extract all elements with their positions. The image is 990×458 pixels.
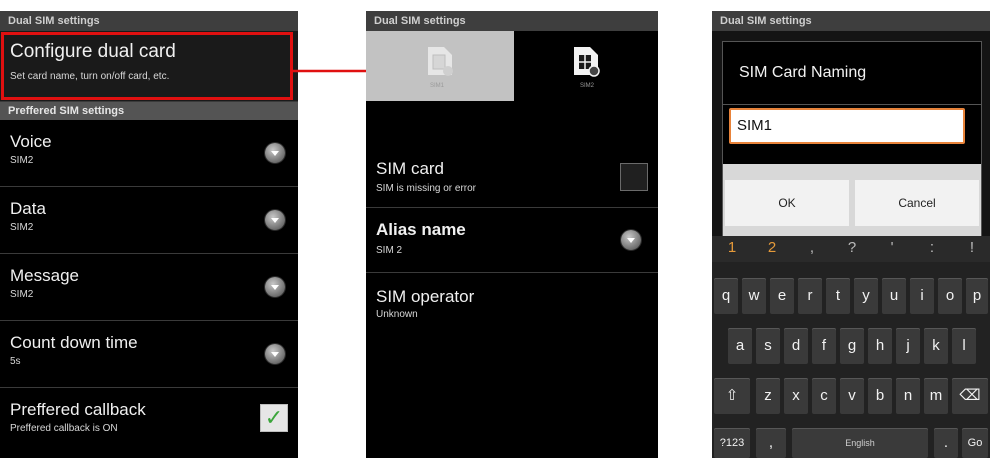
- key[interactable]: g: [840, 328, 864, 364]
- key[interactable]: a: [728, 328, 752, 364]
- item-title: SIM operator: [376, 287, 475, 306]
- key[interactable]: j: [896, 328, 920, 364]
- dropdown-indicator-icon[interactable]: [265, 210, 285, 230]
- key[interactable]: 2: [762, 239, 782, 259]
- sim-card-icon: [574, 47, 600, 77]
- period-key[interactable]: .: [934, 428, 958, 458]
- screen-header: Dual SIM settings: [0, 11, 298, 31]
- key[interactable]: x: [784, 378, 808, 414]
- tab-sim1[interactable]: SIM1: [366, 31, 514, 101]
- dropdown-indicator-icon[interactable]: [265, 277, 285, 297]
- screen-header: Dual SIM settings: [712, 11, 990, 31]
- comma-key[interactable]: ,: [756, 428, 786, 458]
- dialog-title: SIM Card Naming: [739, 64, 867, 81]
- item-title: Voice: [10, 132, 52, 151]
- cancel-button[interactable]: Cancel: [855, 180, 979, 226]
- tab-divider: [366, 101, 658, 151]
- key[interactable]: q: [714, 278, 738, 314]
- key[interactable]: e: [770, 278, 794, 314]
- item-subtitle: SIM2: [10, 222, 34, 233]
- key[interactable]: m: [924, 378, 948, 414]
- key[interactable]: l: [952, 328, 976, 364]
- soft-keyboard: 1 2 , ? ' : ! q w e r t y u i o p a s d …: [712, 236, 990, 458]
- key[interactable]: 1: [722, 239, 742, 259]
- item-title: SIM card: [376, 159, 445, 178]
- item-title: Preffered callback: [10, 400, 146, 419]
- key[interactable]: z: [756, 378, 780, 414]
- item-subtitle: Preffered callback is ON: [10, 423, 118, 434]
- key[interactable]: w: [742, 278, 766, 314]
- key[interactable]: f: [812, 328, 836, 364]
- key[interactable]: ?: [842, 239, 862, 259]
- sim-naming-dialog: SIM Card Naming SIM1 OK Cancel: [722, 41, 982, 243]
- key[interactable]: k: [924, 328, 948, 364]
- key[interactable]: d: [784, 328, 808, 364]
- sim-tabs: SIM1 SIM2: [366, 31, 658, 101]
- preferred-callback-item[interactable]: Preffered callback Preffered callback is…: [0, 388, 298, 458]
- item-title: Data: [10, 199, 46, 218]
- key[interactable]: s: [756, 328, 780, 364]
- data-item[interactable]: Data SIM2: [0, 187, 298, 254]
- sim-name-input[interactable]: SIM1: [729, 108, 965, 144]
- item-title: Count down time: [10, 333, 138, 352]
- screen-header: Dual SIM settings: [366, 11, 658, 31]
- key[interactable]: i: [910, 278, 934, 314]
- item-subtitle: SIM is missing or error: [376, 183, 477, 194]
- countdown-time-item[interactable]: Count down time 5s: [0, 321, 298, 388]
- checkmark-icon: ✓: [264, 405, 284, 430]
- tab-label: SIM1: [430, 83, 445, 89]
- key[interactable]: b: [868, 378, 892, 414]
- dropdown-indicator-icon[interactable]: [265, 143, 285, 163]
- sim-operator-item[interactable]: SIM operator Unknown: [366, 273, 658, 333]
- key[interactable]: n: [896, 378, 920, 414]
- item-subtitle: SIM 2: [376, 245, 403, 256]
- configure-highlight-box: [1, 32, 293, 100]
- sim-card-icon: [428, 47, 453, 76]
- backspace-key-icon[interactable]: ⌫: [952, 378, 988, 414]
- key[interactable]: o: [938, 278, 962, 314]
- space-key[interactable]: English: [792, 428, 928, 458]
- key[interactable]: ,: [802, 239, 822, 259]
- key[interactable]: c: [812, 378, 836, 414]
- key[interactable]: !: [962, 239, 982, 259]
- key[interactable]: :: [922, 239, 942, 259]
- number-suggestion-row: 1 2 , ? ' : !: [712, 236, 990, 262]
- go-key[interactable]: Go: [962, 428, 988, 458]
- item-subtitle: SIM2: [10, 289, 34, 300]
- symbols-key[interactable]: ?123: [714, 428, 750, 458]
- item-title: Alias name: [376, 220, 466, 239]
- message-item[interactable]: Message SIM2: [0, 254, 298, 321]
- key[interactable]: v: [840, 378, 864, 414]
- shift-key-icon[interactable]: ⇧: [714, 378, 750, 414]
- key[interactable]: t: [826, 278, 850, 314]
- callback-checkbox[interactable]: ✓: [260, 404, 288, 432]
- key[interactable]: r: [798, 278, 822, 314]
- item-subtitle: 5s: [10, 356, 21, 367]
- item-subtitle: SIM2: [10, 155, 34, 166]
- key[interactable]: y: [854, 278, 878, 314]
- settings-screen-2: Dual SIM settings SIM1 SIM2 SIM card SIM…: [366, 11, 658, 458]
- tab-label: SIM2: [580, 83, 595, 89]
- key[interactable]: p: [966, 278, 988, 314]
- dropdown-indicator-icon[interactable]: [621, 230, 641, 250]
- item-title: Message: [10, 266, 79, 285]
- tab-sim2[interactable]: SIM2: [514, 31, 658, 101]
- key[interactable]: h: [868, 328, 892, 364]
- settings-screen-3: Dual SIM settings SIM Card Naming SIM1 O…: [712, 11, 990, 458]
- dropdown-indicator-icon[interactable]: [265, 344, 285, 364]
- ok-button[interactable]: OK: [725, 180, 849, 226]
- key[interactable]: u: [882, 278, 906, 314]
- key[interactable]: ': [882, 239, 902, 259]
- voice-item[interactable]: Voice SIM2: [0, 120, 298, 187]
- section-header: Preffered SIM settings: [0, 102, 298, 120]
- sim-card-checkbox[interactable]: [620, 163, 648, 191]
- alias-name-item[interactable]: Alias name SIM 2: [366, 208, 658, 273]
- sim-card-item[interactable]: SIM card SIM is missing or error: [366, 151, 658, 208]
- item-subtitle: Unknown: [376, 309, 418, 320]
